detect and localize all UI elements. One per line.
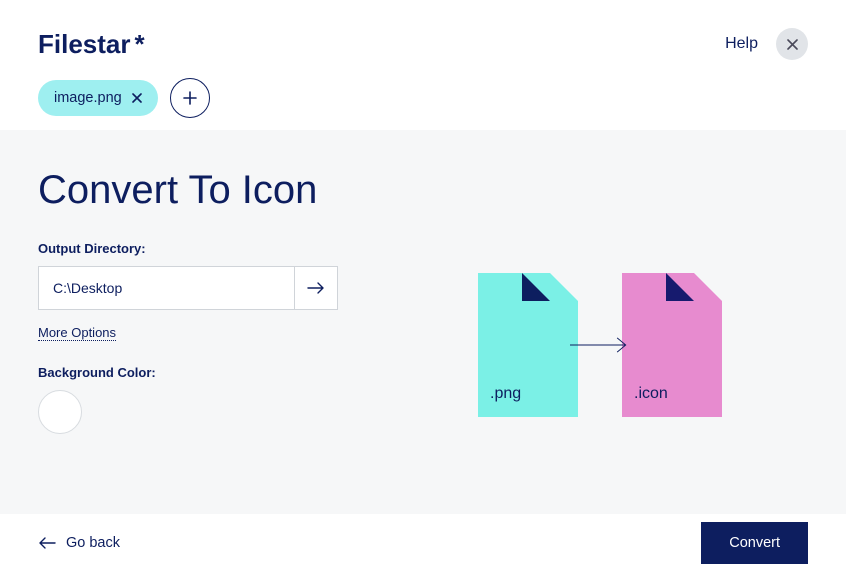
plus-icon <box>183 91 197 105</box>
dog-ear-icon <box>550 273 578 301</box>
header-right: Help <box>725 28 808 60</box>
source-file-card: .png <box>478 273 578 417</box>
background-color-swatch[interactable] <box>38 390 82 434</box>
output-directory-row <box>38 266 338 310</box>
file-chips-row: image.png <box>38 78 808 118</box>
page-title: Convert To Icon <box>38 168 808 213</box>
options-column: Output Directory: More Options Backgroun… <box>38 241 338 438</box>
dog-ear-icon <box>694 273 722 301</box>
add-file-button[interactable] <box>170 78 210 118</box>
content-row: Output Directory: More Options Backgroun… <box>38 241 808 438</box>
go-back-button[interactable]: Go back <box>38 535 120 551</box>
help-link[interactable]: Help <box>725 35 758 53</box>
background-color-label: Background Color: <box>38 365 338 380</box>
logo-text: Filestar <box>38 29 131 60</box>
file-chip[interactable]: image.png <box>38 80 158 116</box>
main-content: Convert To Icon Output Directory: More O… <box>0 130 846 513</box>
browse-directory-button[interactable] <box>294 266 338 310</box>
more-options-link[interactable]: More Options <box>38 325 116 341</box>
file-chip-label: image.png <box>54 90 122 106</box>
target-ext-label: .icon <box>634 385 668 403</box>
source-ext-label: .png <box>490 385 521 403</box>
arrow-right-icon <box>307 281 325 295</box>
arrow-left-icon <box>38 537 56 549</box>
go-back-label: Go back <box>66 535 120 551</box>
close-window-button[interactable] <box>776 28 808 60</box>
footer: Go back Convert <box>0 513 846 571</box>
logo-star-icon: * <box>135 29 145 60</box>
remove-file-icon[interactable] <box>132 93 142 103</box>
convert-button[interactable]: Convert <box>701 522 808 564</box>
app-logo: Filestar* <box>38 29 145 60</box>
header: Filestar* Help image.png <box>0 0 846 130</box>
output-directory-input[interactable] <box>38 266 294 310</box>
close-icon <box>787 39 798 50</box>
convert-arrow-icon <box>570 334 630 356</box>
conversion-visual: .png .icon <box>478 251 722 438</box>
output-directory-label: Output Directory: <box>38 241 338 256</box>
header-top: Filestar* Help <box>38 28 808 60</box>
target-file-card: .icon <box>622 273 722 417</box>
